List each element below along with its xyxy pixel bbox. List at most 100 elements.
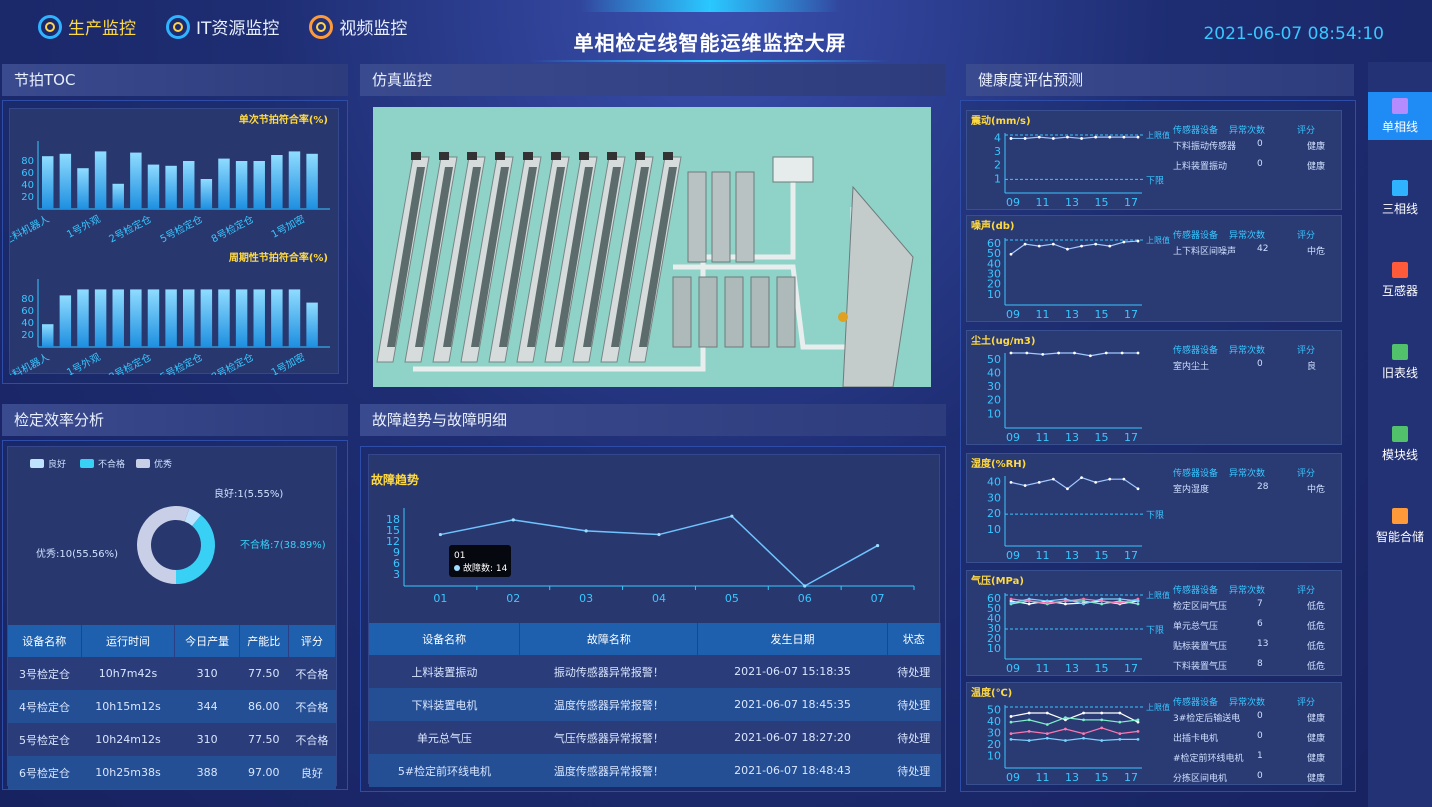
health-chart-title: 湿度(%RH) — [971, 457, 1026, 470]
eff-table: 设备名称 运行时间 今日产量 产能比 评分 3号检定仓 10h7m42s 310 77… — [8, 625, 337, 789]
x-tick-label: 2号检定仓 — [107, 350, 154, 375]
table-row[interactable]: 下料装置电机 温度传感器异常报警！ 2021-06-07 18:45:35 待处理 — [369, 688, 941, 721]
eff-col-runtime: 运行时间 — [81, 625, 176, 657]
table-row[interactable]: 单元总气压 气压传感器异常报警！ 2021-06-07 18:27:20 待处理 — [369, 721, 941, 754]
sidebar-item[interactable]: 互感器 — [1368, 256, 1432, 304]
x-tick-label: 09 — [1006, 431, 1020, 444]
series-point — [1045, 736, 1049, 740]
factory-3d-model — [376, 152, 914, 387]
table-cell: 77.50 — [239, 657, 289, 690]
table-cell: 388 — [174, 756, 240, 789]
simulation-view[interactable] — [373, 107, 931, 387]
table-cell: 2021-06-07 18:48:43 — [697, 754, 888, 787]
series-point — [1009, 137, 1013, 140]
health-cell: 中危 — [1307, 485, 1326, 495]
y-tick-label: 10 — [987, 750, 1001, 763]
health-card[interactable]: 温度(℃) 10 20 30 40 50 09 11 13 15 17 上限值 传感器设备 异常次数 评分 3… — [966, 682, 1342, 785]
health-chart: 湿度(%RH) 10 20 30 40 09 11 13 15 17 下限 — [971, 457, 1164, 562]
health-card[interactable]: 震动(mm/s) 1 2 3 4 09 11 13 15 17 上限值 下限 传感器设备 异常次数 评分 下料… — [966, 110, 1342, 210]
series-line — [1010, 716, 1139, 726]
bar — [112, 183, 124, 209]
health-card[interactable]: 噪声(db) 10 20 30 40 50 60 09 11 13 15 17 上限值 传感器设备 异常次数… — [966, 215, 1342, 322]
series-point — [1100, 602, 1104, 606]
health-cell: 上料装置振动 — [1173, 162, 1228, 172]
bar — [218, 158, 230, 209]
bar — [77, 289, 89, 347]
eff-col-ratio: 产能比 — [239, 625, 289, 657]
arm — [663, 152, 673, 160]
table-cell: 4号检定仓 — [8, 690, 82, 723]
health-card[interactable]: 尘土(ug/m3) 10 20 30 40 50 09 11 13 15 17 传感器设备 异常次数 评分… — [966, 330, 1342, 445]
health-col-header: 异常次数 — [1229, 231, 1266, 241]
sidebar-item[interactable]: 三相线 — [1368, 174, 1432, 222]
y-tick-label: 1 — [994, 172, 1001, 185]
health-cell: 7 — [1257, 599, 1263, 609]
sidebar-item[interactable]: 单相线 — [1368, 92, 1432, 140]
table-row[interactable]: 6号检定仓 10h25m38s 388 97.00 良好 — [8, 756, 336, 789]
table-cell: 344 — [174, 690, 240, 723]
nav-it-resource[interactable]: IT资源监控 — [166, 14, 279, 39]
sidebar-item[interactable]: 旧表线 — [1368, 338, 1432, 386]
title-bar: 单相检定线智能运维监控大屏 — [520, 0, 900, 64]
table-cell: 温度传感器异常报警！ — [519, 754, 698, 787]
series-point — [1009, 732, 1013, 736]
health-card[interactable]: 湿度(%RH) 10 20 30 40 09 11 13 15 17 下限 传感器设备 异常次数 评分 室内… — [966, 453, 1342, 563]
table-row[interactable]: 3号检定仓 10h7m42s 310 77.50 不合格 — [8, 657, 336, 690]
fault-col-date: 发生日期 — [697, 623, 888, 655]
sidebar-item[interactable]: 模块线 — [1368, 420, 1432, 468]
trend-point — [584, 529, 588, 533]
series-point — [1094, 480, 1098, 484]
factory-group — [376, 152, 914, 387]
y-tick-label: 20 — [987, 394, 1001, 407]
health-chart: 尘土(ug/m3) 1020304050 09 11 13 15 17 — [971, 334, 1142, 444]
table-row[interactable]: 5号检定仓 10h24m12s 310 77.50 不合格 — [8, 723, 336, 756]
panel-title-fault: 故障趋势与故障明细 — [360, 404, 946, 436]
x-tick-label: 01 — [433, 592, 447, 605]
x-tick-label: 5号检定仓 — [158, 350, 205, 375]
table-row[interactable]: 4号检定仓 10h15m12s 344 86.00 不合格 — [8, 690, 336, 723]
health-cell: 低危 — [1307, 642, 1326, 652]
table-cell: 5号检定仓 — [8, 723, 82, 756]
sidebar-item[interactable]: 智能合储 — [1368, 502, 1432, 550]
y-tick-label: 20 — [987, 507, 1001, 520]
x-tick-label: 17 — [1124, 308, 1138, 321]
health-cell: 0 — [1257, 359, 1263, 369]
health-cell: 0 — [1257, 731, 1263, 741]
series-point — [1118, 597, 1122, 601]
x-tick-label: 13 — [1065, 196, 1079, 209]
y-tick-label: 80 — [21, 156, 34, 167]
x-tick-label: 11 — [1036, 549, 1050, 562]
table-cell: 振动传感器异常报警！ — [519, 655, 698, 688]
table-row[interactable]: 上料装置振动 振动传感器异常报警！ 2021-06-07 15:18:35 待处理 — [369, 655, 941, 688]
x-tick-label: 17 — [1124, 549, 1138, 562]
arm — [411, 152, 421, 160]
health-card[interactable]: 气压(MPa) 10 20 30 40 50 60 09 11 13 15 17 上限值 下限 传感器设备异… — [966, 570, 1342, 676]
arm — [467, 152, 477, 160]
table-cell: 单元总气压 — [369, 721, 520, 754]
donut-slice — [137, 506, 190, 584]
series-point — [1118, 601, 1122, 605]
series-point — [1082, 602, 1085, 606]
table-row[interactable]: 5#检定前环线电机 温度传感器异常报警！ 2021-06-07 18:48:43 待处… — [369, 754, 941, 787]
bar — [306, 302, 318, 347]
storage-icon — [1392, 508, 1408, 524]
series-point — [1027, 739, 1031, 742]
sidebar-item-label: 旧表线 — [1381, 366, 1418, 380]
donut-slice — [184, 508, 202, 527]
health-cell: 0 — [1257, 159, 1263, 169]
nav-production[interactable]: 生产监控 — [38, 14, 136, 39]
x-tick-label: 09 — [1006, 771, 1020, 784]
series-point — [1051, 477, 1055, 481]
x-tick-label: 13 — [1065, 771, 1079, 784]
eff-col-score: 评分 — [288, 625, 337, 657]
table-cell: 97.00 — [239, 756, 289, 789]
x-tick-label: 8号检定仓 — [209, 212, 256, 245]
panel-title-eff: 检定效率分析 — [2, 404, 348, 436]
nav-video[interactable]: 视频监控 — [309, 14, 407, 39]
x-tick-label: 11 — [1036, 196, 1050, 209]
transformer-icon — [1392, 262, 1408, 278]
series-point — [1136, 718, 1140, 722]
health-chart-title: 尘土(ug/m3) — [971, 334, 1035, 347]
health-cell: 下料振动传感器 — [1173, 142, 1237, 152]
table-cell: 10h25m38s — [81, 756, 175, 789]
